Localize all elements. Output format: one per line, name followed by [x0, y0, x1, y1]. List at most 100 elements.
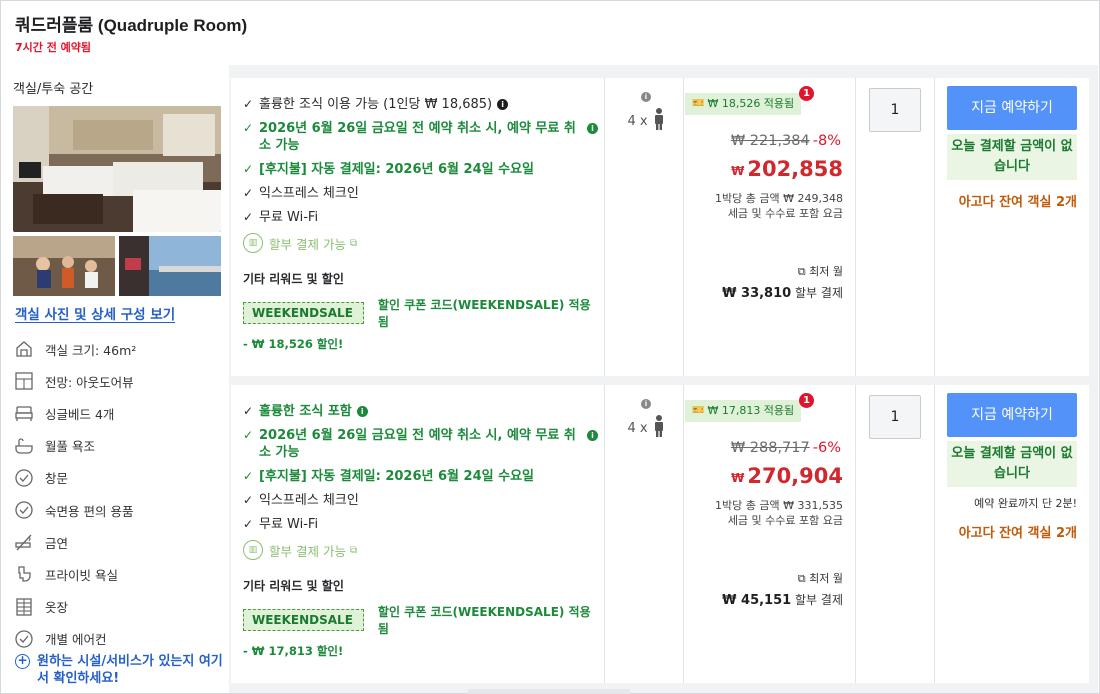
per-night-total: 1박당 총 금액 ₩ 331,535 세금 및 수수료 포함 요금: [715, 498, 843, 528]
coupon-applied-text: 할인 쿠폰 코드(WEEKENDSALE) 적용됨: [377, 298, 591, 329]
room-quantity-select[interactable]: 1: [869, 88, 921, 132]
monthly-amount-value: ₩ 33,810: [722, 286, 792, 301]
currency-symbol: ₩: [731, 164, 745, 178]
shower-icon: [13, 563, 35, 585]
benefit-text: [후지불] 자동 결제일: 2026년 6월 24일 수요일: [259, 162, 534, 177]
price-column: 🎫 ₩ 18,526 적용됨 1 ₩ 221,384 -8% ₩202,858 1…: [683, 78, 855, 376]
other-rewards-title: 기타 리워드 및 할인: [243, 579, 344, 593]
room-thumbnail-2[interactable]: [119, 236, 221, 296]
promo-badge[interactable]: 🎫 ₩ 18,526 적용됨: [685, 93, 802, 115]
coupon-tag: WEEKENDSALE: [243, 302, 364, 324]
benefit-breakfast: ✓ 훌륭한 조식 이용 가능 (1인당 ₩ 18,685) i: [243, 96, 599, 113]
coupon-applied-text: 할인 쿠폰 코드(WEEKENDSALE) 적용됨: [377, 605, 591, 636]
price-column: 🎫 ₩ 17,813 적용됨 1 ₩ 288,717 -6% ₩270,904 1…: [683, 385, 855, 683]
room-header: 쿼드러플룸 (Quadruple Room) 7시간 전 예약됨: [1, 1, 1098, 65]
external-link-icon: ⧉: [349, 237, 358, 249]
check-icon: ✓: [243, 162, 254, 176]
benefit-pay-later: ✓ [후지불] 자동 결제일: 2026년 6월 24일 수요일: [243, 161, 599, 178]
benefit-free-cancellation: ✓ 2026년 6월 26일 금요일 전 예약 취소 시, 예약 무료 취소 가…: [243, 120, 599, 154]
monthly-label-text: 최저 월: [809, 265, 843, 278]
check-facilities-text: 원하는 시설/서비스가 있는지 여기서 확인하세요!: [37, 654, 223, 686]
discount-percent: -8%: [812, 133, 841, 149]
feature-label: 싱글베드 4개: [45, 406, 115, 422]
book-now-button[interactable]: 지금 예약하기: [947, 393, 1077, 437]
coupon-line: WEEKENDSALE 할인 쿠폰 코드(WEEKENDSALE) 적용됨: [243, 296, 599, 330]
tax-included-text: 세금 및 수수료 포함 요금: [727, 207, 843, 220]
feature-label: 금연: [45, 535, 69, 551]
room-info-panel: 객실/투숙 공간 객실 사진 및 상세 구성 보기 객실 크기: 46m² 전망…: [1, 65, 229, 693]
check-icon: ✓: [243, 493, 254, 507]
installment-available[interactable]: ▥ 할부 결제 가능 ⧉: [243, 233, 599, 253]
feature-room-size: 객실 크기: 46m²: [13, 333, 223, 365]
room-size-icon: [13, 338, 35, 360]
feature-bathtub: 월풀 욕조: [13, 430, 223, 462]
benefit-express-checkin: ✓ 익스프레스 체크인: [243, 185, 599, 202]
room-photos-link[interactable]: 객실 사진 및 상세 구성 보기: [15, 303, 175, 323]
room-quantity-select[interactable]: 1: [869, 395, 921, 439]
discount-percent: -6%: [812, 440, 841, 456]
column-divider: [934, 385, 935, 683]
monthly-amount: ₩ 33,810 할부 결제: [722, 284, 843, 301]
external-link-icon: ⧉: [797, 265, 806, 278]
monthly-label: ⧉ 최저 월: [798, 570, 843, 586]
plus-circle-icon: +: [15, 654, 30, 669]
benefit-text: 훌륭한 조식 이용 가능 (1인당 ₩ 18,685): [259, 97, 493, 112]
coupon-tag: WEEKENDSALE: [243, 609, 364, 631]
rooms-left-label: 아고다 잔여 객실 2개: [958, 526, 1077, 541]
window-view-icon: [13, 370, 35, 392]
check-circle-icon: [13, 499, 35, 521]
benefit-pay-later: ✓ [후지불] 자동 결제일: 2026년 6월 24일 수요일: [243, 468, 599, 485]
feature-sleep-amenities: 숙면용 편의 용품: [13, 494, 223, 526]
strikethrough-price: ₩ 288,717: [730, 440, 810, 456]
monthly-label-text: 최저 월: [809, 572, 843, 585]
info-icon[interactable]: i: [587, 430, 598, 441]
no-payment-today: 오늘 결제할 금액이 없습니다: [947, 134, 1077, 180]
original-price: ₩ 221,384 -8%: [731, 133, 841, 149]
occupancy: i 4 x: [609, 395, 683, 442]
urgency-label: 예약 완료까지 단 2분!: [974, 497, 1077, 510]
feature-window: 창문: [13, 462, 223, 494]
feature-no-smoking: 금연: [13, 526, 223, 558]
check-facilities-link[interactable]: + 원하는 시설/서비스가 있는지 여기서 확인하세요!: [15, 653, 225, 687]
feature-air-conditioner: 개별 에어컨: [13, 623, 223, 655]
info-icon[interactable]: i: [497, 99, 509, 110]
book-now-button[interactable]: 지금 예약하기: [947, 86, 1077, 130]
installment-available[interactable]: ▥ 할부 결제 가능 ⧉: [243, 540, 599, 560]
bed-icon: [13, 402, 35, 424]
benefit-text: 무료 Wi-Fi: [259, 517, 319, 532]
benefit-text: 2026년 6월 26일 금요일 전 예약 취소 시, 예약 무료 취소 가능: [259, 428, 576, 460]
monthly-suffix: 할부 결제: [795, 286, 843, 300]
check-icon: ✓: [243, 186, 254, 200]
occupancy-count: 4 x: [627, 420, 648, 436]
installment-icon: ▥: [243, 233, 263, 253]
offer-benefits: ✓ 훌륭한 조식 이용 가능 (1인당 ₩ 18,685) i ✓ 2026년 6…: [243, 96, 599, 352]
info-icon[interactable]: i: [641, 92, 651, 102]
final-price: ₩270,904: [731, 464, 843, 488]
monthly-amount-value: ₩ 45,151: [722, 593, 792, 608]
benefit-text: [후지불] 자동 결제일: 2026년 6월 24일 수요일: [259, 469, 534, 484]
external-link-icon: ⧉: [797, 572, 806, 585]
info-icon[interactable]: i: [587, 123, 598, 134]
room-main-photo[interactable]: [13, 106, 221, 232]
per-night-text: 1박당 총 금액 ₩ 331,535: [715, 499, 843, 512]
feature-label: 월풀 욕조: [45, 439, 95, 455]
monthly-amount: ₩ 45,151 할부 결제: [722, 591, 843, 608]
feature-label: 프라이빗 욕실: [45, 567, 118, 583]
occupancy: i 4 x: [609, 88, 683, 135]
feature-label: 숙면용 편의 용품: [45, 503, 134, 519]
promo-badge-text: ₩ 17,813 적용됨: [707, 404, 795, 417]
monthly-suffix: 할부 결제: [795, 593, 843, 607]
promo-count-badge: 1: [799, 393, 814, 408]
room-thumbnail-1[interactable]: [13, 236, 115, 296]
offer-benefits: ✓ 훌륭한 조식 포함 i ✓ 2026년 6월 26일 금요일 전 예약 취소 …: [243, 403, 599, 659]
check-circle-icon: [13, 467, 35, 489]
info-icon[interactable]: i: [641, 399, 651, 409]
info-icon[interactable]: i: [356, 406, 368, 417]
promo-badge[interactable]: 🎫 ₩ 17,813 적용됨: [685, 400, 802, 422]
room-title: 쿼드러플룸 (Quadruple Room): [15, 16, 248, 35]
room-feature-list: 객실 크기: 46m² 전망: 아웃도어뷰 싱글베드 4개 월풀 욕조 창문 숙…: [13, 333, 223, 655]
final-price-value: 270,904: [747, 464, 843, 488]
column-divider: [604, 385, 605, 683]
feature-label: 객실 크기: 46m²: [45, 342, 137, 358]
feature-label: 전망: 아웃도어뷰: [45, 374, 134, 390]
